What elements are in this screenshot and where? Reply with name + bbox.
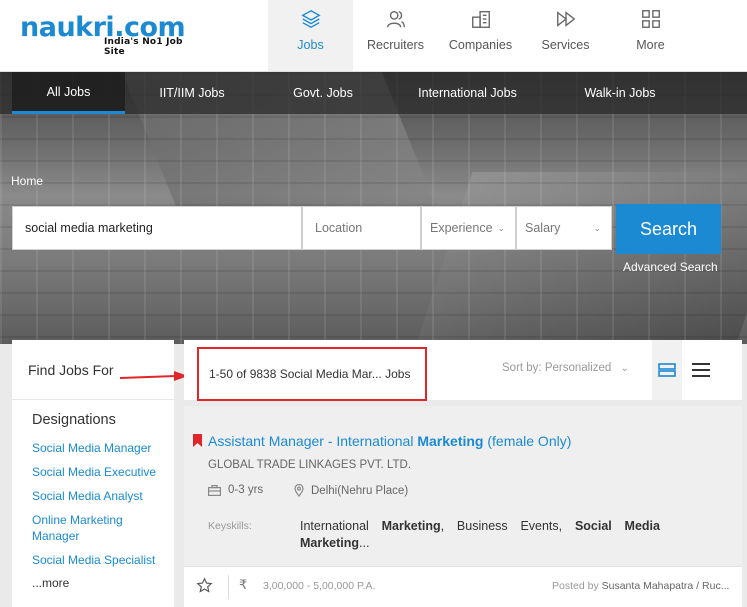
nav-services-label: Services	[541, 38, 590, 52]
nav-jobs-label: Jobs	[297, 38, 324, 52]
briefcase-icon	[208, 484, 221, 496]
rupee-icon: ₹	[239, 577, 248, 592]
skill-text: , Business Events,	[440, 519, 575, 533]
designations-group: Designations Social Media Manager Social…	[12, 400, 174, 590]
job-title-part: (female Only)	[483, 433, 572, 449]
annotation-arrow	[119, 371, 188, 381]
job-category-tabs: All Jobs IIT/IIM Jobs Govt. Jobs Interna…	[0, 72, 747, 114]
skill-highlight: Marketing	[381, 519, 441, 533]
sort-value: Personalized	[544, 362, 612, 374]
posted-by: Posted by Susanta Mahapatra / Ruc...	[552, 580, 729, 592]
designation-link[interactable]: Social Media Executive	[32, 464, 162, 480]
users-icon	[386, 10, 405, 28]
search-bar: social media marketing Location Experien…	[12, 204, 721, 254]
nav-companies-label: Companies	[448, 38, 513, 52]
designation-link[interactable]: Social Media Analyst	[32, 488, 162, 504]
experience-select[interactable]: Experience ⌄	[421, 206, 516, 250]
job-card[interactable]: Assistant Manager - International Market…	[184, 406, 742, 566]
location-info: Delhi(Nehru Place)	[294, 484, 408, 497]
forward-icon	[556, 11, 575, 27]
sort-label: Sort by:	[502, 362, 542, 374]
salary-value: 3,00,000 - 5,00,000 P.A.	[263, 580, 376, 592]
designation-link[interactable]: Online Marketing Manager	[32, 512, 162, 544]
list-view-button[interactable]	[686, 340, 716, 400]
keyword-input[interactable]: social media marketing	[12, 206, 302, 250]
card-view-button[interactable]	[652, 340, 682, 400]
salary-placeholder: Salary	[525, 221, 561, 235]
designation-link[interactable]: Social Media Specialist	[32, 552, 162, 568]
more-designations-link[interactable]: ...more	[32, 576, 174, 590]
advanced-search-link[interactable]: Advanced Search	[623, 260, 718, 274]
chevron-down-icon: ⌄	[620, 363, 629, 374]
skill-text: International	[300, 519, 382, 533]
keyskills-list: International Marketing, Business Events…	[300, 518, 660, 552]
salary-select[interactable]: Salary ⌄	[516, 206, 612, 250]
job-title-part: Assistant Manager - International	[208, 433, 418, 449]
skill-text: ...	[359, 536, 370, 550]
search-button[interactable]: Search	[616, 204, 721, 254]
grid-icon	[641, 10, 660, 28]
designation-link[interactable]: Social Media Manager	[32, 440, 162, 456]
posted-by-name[interactable]: Susanta Mahapatra / Ruc...	[602, 580, 730, 592]
tab-all-jobs[interactable]: All Jobs	[12, 72, 125, 114]
breadcrumb[interactable]: Home	[11, 174, 43, 188]
nav-services[interactable]: Services	[523, 0, 608, 71]
chevron-down-icon: ⌄	[497, 223, 505, 233]
nav-companies[interactable]: Companies	[438, 0, 523, 71]
naukri-logo[interactable]: naukri.com India's No1 Job Site	[14, 12, 204, 57]
nav-jobs[interactable]: Jobs	[268, 0, 353, 71]
location-input[interactable]: Location	[302, 206, 421, 250]
tab-govt-jobs[interactable]: Govt. Jobs	[259, 72, 387, 114]
job-title-link[interactable]: Assistant Manager - International Market…	[208, 433, 571, 449]
tab-iit-iim-jobs[interactable]: IIT/IIM Jobs	[125, 72, 259, 114]
building-icon	[471, 10, 490, 28]
location-pin-icon	[294, 484, 304, 497]
company-name[interactable]: GLOBAL TRADE LINKAGES PVT. LTD.	[208, 459, 411, 471]
top-header: naukri.com India's No1 Job Site Jobs Rec…	[0, 0, 747, 72]
nav-recruiters-label: Recruiters	[367, 38, 424, 52]
result-count: 1-50 of 9838 Social Media Mar... Jobs	[197, 347, 427, 401]
chevron-down-icon: ⌄	[593, 223, 601, 233]
nav-more-label: More	[636, 38, 665, 52]
experience-placeholder: Experience	[430, 221, 493, 235]
experience-value: 0-3 yrs	[228, 484, 264, 496]
main-nav: Jobs Recruiters Companies Services More	[268, 0, 693, 71]
job-title-highlight: Marketing	[417, 433, 484, 449]
keyskills-label: Keyskills:	[208, 520, 252, 532]
nav-recruiters[interactable]: Recruiters	[353, 0, 438, 71]
results-bar: 1-50 of 9838 Social Media Mar... Jobs So…	[184, 340, 742, 401]
star-icon[interactable]	[196, 577, 213, 594]
hero-banner: All Jobs IIT/IIM Jobs Govt. Jobs Interna…	[0, 72, 747, 344]
posted-by-label: Posted by	[552, 580, 599, 592]
divider	[228, 575, 229, 599]
tab-international-jobs[interactable]: International Jobs	[387, 72, 548, 114]
layers-icon	[300, 9, 321, 29]
bookmark-icon	[193, 434, 202, 447]
tab-walkin-jobs[interactable]: Walk-in Jobs	[548, 72, 692, 114]
designations-title: Designations	[32, 412, 116, 428]
experience-info: 0-3 yrs	[208, 484, 263, 496]
logo-tagline: India's No1 Job Site	[104, 37, 183, 57]
list-view-icon	[692, 363, 710, 377]
card-view-icon	[658, 363, 676, 377]
sort-dropdown[interactable]: Sort by: Personalized ⌄	[502, 362, 629, 374]
job-card-footer: ₹ 3,00,000 - 5,00,000 P.A. Posted by Sus…	[184, 566, 742, 607]
location-value: Delhi(Nehru Place)	[311, 484, 409, 497]
nav-more[interactable]: More	[608, 0, 693, 71]
